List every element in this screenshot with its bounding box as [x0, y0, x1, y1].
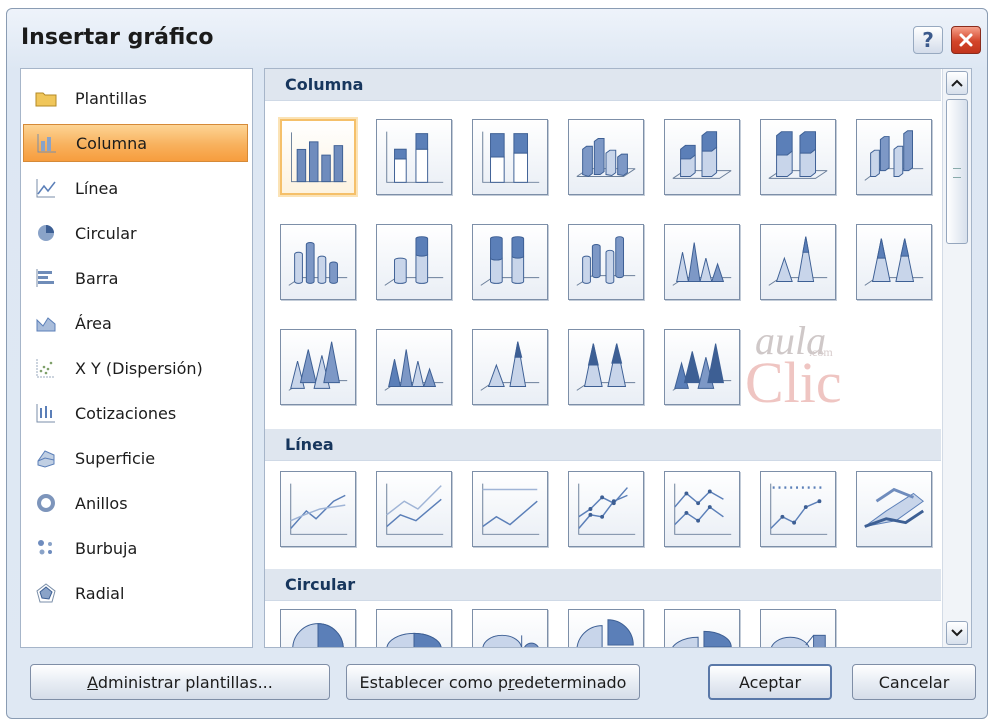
chart-thumb-stacked-column[interactable]: [376, 119, 452, 195]
category-cotizaciones[interactable]: Cotizaciones: [23, 394, 248, 432]
chart-thumb-line[interactable]: [280, 471, 356, 547]
category-label: Línea: [75, 178, 119, 198]
chart-thumb-exploded-pie[interactable]: [568, 609, 644, 647]
section-header-linea: Línea: [265, 429, 941, 461]
chart-thumb-stacked-line[interactable]: [376, 471, 452, 547]
chart-thumb-bar-of-pie[interactable]: [760, 609, 836, 647]
category-radial[interactable]: Radial: [23, 574, 248, 612]
area-chart-icon: [35, 312, 57, 334]
chart-thumb-3d-clustered-column[interactable]: [568, 119, 644, 195]
close-icon: [959, 33, 973, 47]
chart-thumb-3d-stacked-column[interactable]: [664, 119, 740, 195]
chart-thumb-3d-pyramid[interactable]: [664, 329, 740, 405]
chart-thumb-line-markers[interactable]: [568, 471, 644, 547]
chart-thumb-stacked-pyramid[interactable]: [472, 329, 548, 405]
chevron-down-icon: [951, 629, 963, 637]
chart-thumb-3d-column[interactable]: [856, 119, 932, 195]
scroll-thumb[interactable]: [946, 99, 968, 244]
stock-chart-icon: [35, 402, 57, 424]
scroll-down-button[interactable]: [946, 621, 968, 645]
chart-thumb-100-stacked-line[interactable]: [472, 471, 548, 547]
category-barra[interactable]: Barra: [23, 259, 248, 297]
button-label: Administrar plantillas...: [87, 672, 273, 692]
category-circular[interactable]: Circular: [23, 214, 248, 252]
chart-gallery: Columna aula .com Clic Línea Circular: [264, 68, 972, 648]
doughnut-chart-icon: [35, 492, 57, 514]
column-chart-icon: [36, 132, 58, 154]
chart-thumb-100-stacked-column[interactable]: [472, 119, 548, 195]
manage-templates-button[interactable]: Administrar plantillas...: [30, 664, 330, 700]
category-label: X Y (Dispersión): [75, 358, 203, 378]
radar-chart-icon: [35, 582, 57, 604]
dialog-title: Insertar gráfico: [21, 25, 214, 50]
chart-thumb-clustered-column[interactable]: [280, 119, 356, 195]
help-button[interactable]: ?: [913, 26, 943, 54]
chart-thumb-100-stacked-line-markers[interactable]: [760, 471, 836, 547]
chart-thumb-stacked-cylinder[interactable]: [376, 224, 452, 300]
category-label: Burbuja: [75, 538, 138, 558]
close-button[interactable]: [951, 26, 981, 54]
category-label: Circular: [75, 223, 137, 243]
category-label: Columna: [76, 133, 148, 153]
category-burbuja[interactable]: Burbuja: [23, 529, 248, 567]
chart-thumb-3d-line[interactable]: [856, 471, 932, 547]
chart-thumb-clustered-cylinder[interactable]: [280, 224, 356, 300]
category-superficie[interactable]: Superficie: [23, 439, 248, 477]
category-label: Cotizaciones: [75, 403, 177, 423]
title-bar[interactable]: Insertar gráfico ?: [7, 9, 987, 65]
chart-thumb-3d-100-stacked-column[interactable]: [760, 119, 836, 195]
category-anillos[interactable]: Anillos: [23, 484, 248, 522]
chart-thumb-3d-exploded-pie[interactable]: [664, 609, 740, 647]
gallery-scrollbar[interactable]: [942, 69, 971, 647]
chart-thumb-3d-cylinder[interactable]: [568, 224, 644, 300]
chart-category-list: Plantillas Columna Línea Circular Barra …: [20, 68, 253, 648]
chart-thumb-3d-cone[interactable]: [280, 329, 356, 405]
section-header-columna: Columna: [265, 69, 941, 101]
category-label: Área: [75, 313, 112, 333]
scroll-up-button[interactable]: [946, 71, 968, 95]
chart-thumb-stacked-line-markers[interactable]: [664, 471, 740, 547]
chart-thumb-3d-pie[interactable]: [376, 609, 452, 647]
category-area[interactable]: Área: [23, 304, 248, 342]
scatter-chart-icon: [35, 357, 57, 379]
chart-thumb-pie[interactable]: [280, 609, 356, 647]
line-chart-icon: [35, 177, 57, 199]
chart-thumb-stacked-cone[interactable]: [760, 224, 836, 300]
category-xy-dispersion[interactable]: X Y (Dispersión): [23, 349, 248, 387]
ok-button[interactable]: Aceptar: [708, 664, 832, 700]
surface-chart-icon: [35, 447, 57, 469]
chart-thumb-clustered-pyramid[interactable]: [376, 329, 452, 405]
bar-chart-icon: [35, 267, 57, 289]
category-label: Plantillas: [75, 88, 147, 108]
grip-icon: [953, 168, 961, 178]
folder-icon: [35, 87, 57, 109]
cancel-button[interactable]: Cancelar: [852, 664, 976, 700]
category-label: Superficie: [75, 448, 156, 468]
category-label: Radial: [75, 583, 125, 603]
category-linea[interactable]: Línea: [23, 169, 248, 207]
chart-thumb-clustered-cone[interactable]: [664, 224, 740, 300]
category-columna[interactable]: Columna: [23, 124, 248, 162]
bubble-chart-icon: [35, 537, 57, 559]
chevron-up-icon: [951, 79, 963, 87]
chart-thumb-100-stacked-pyramid[interactable]: [568, 329, 644, 405]
section-header-circular: Circular: [265, 569, 941, 601]
chart-thumb-100-stacked-cone[interactable]: [856, 224, 932, 300]
chart-thumb-pie-of-pie[interactable]: [472, 609, 548, 647]
set-as-default-button[interactable]: Establecer como predeterminado: [346, 664, 640, 700]
button-label: Establecer como predeterminado: [359, 672, 627, 692]
pie-chart-icon: [35, 222, 57, 244]
help-icon: ?: [922, 28, 934, 52]
category-label: Anillos: [75, 493, 128, 513]
chart-thumb-100-stacked-cylinder[interactable]: [472, 224, 548, 300]
category-plantillas[interactable]: Plantillas: [23, 79, 248, 117]
category-label: Barra: [75, 268, 119, 288]
